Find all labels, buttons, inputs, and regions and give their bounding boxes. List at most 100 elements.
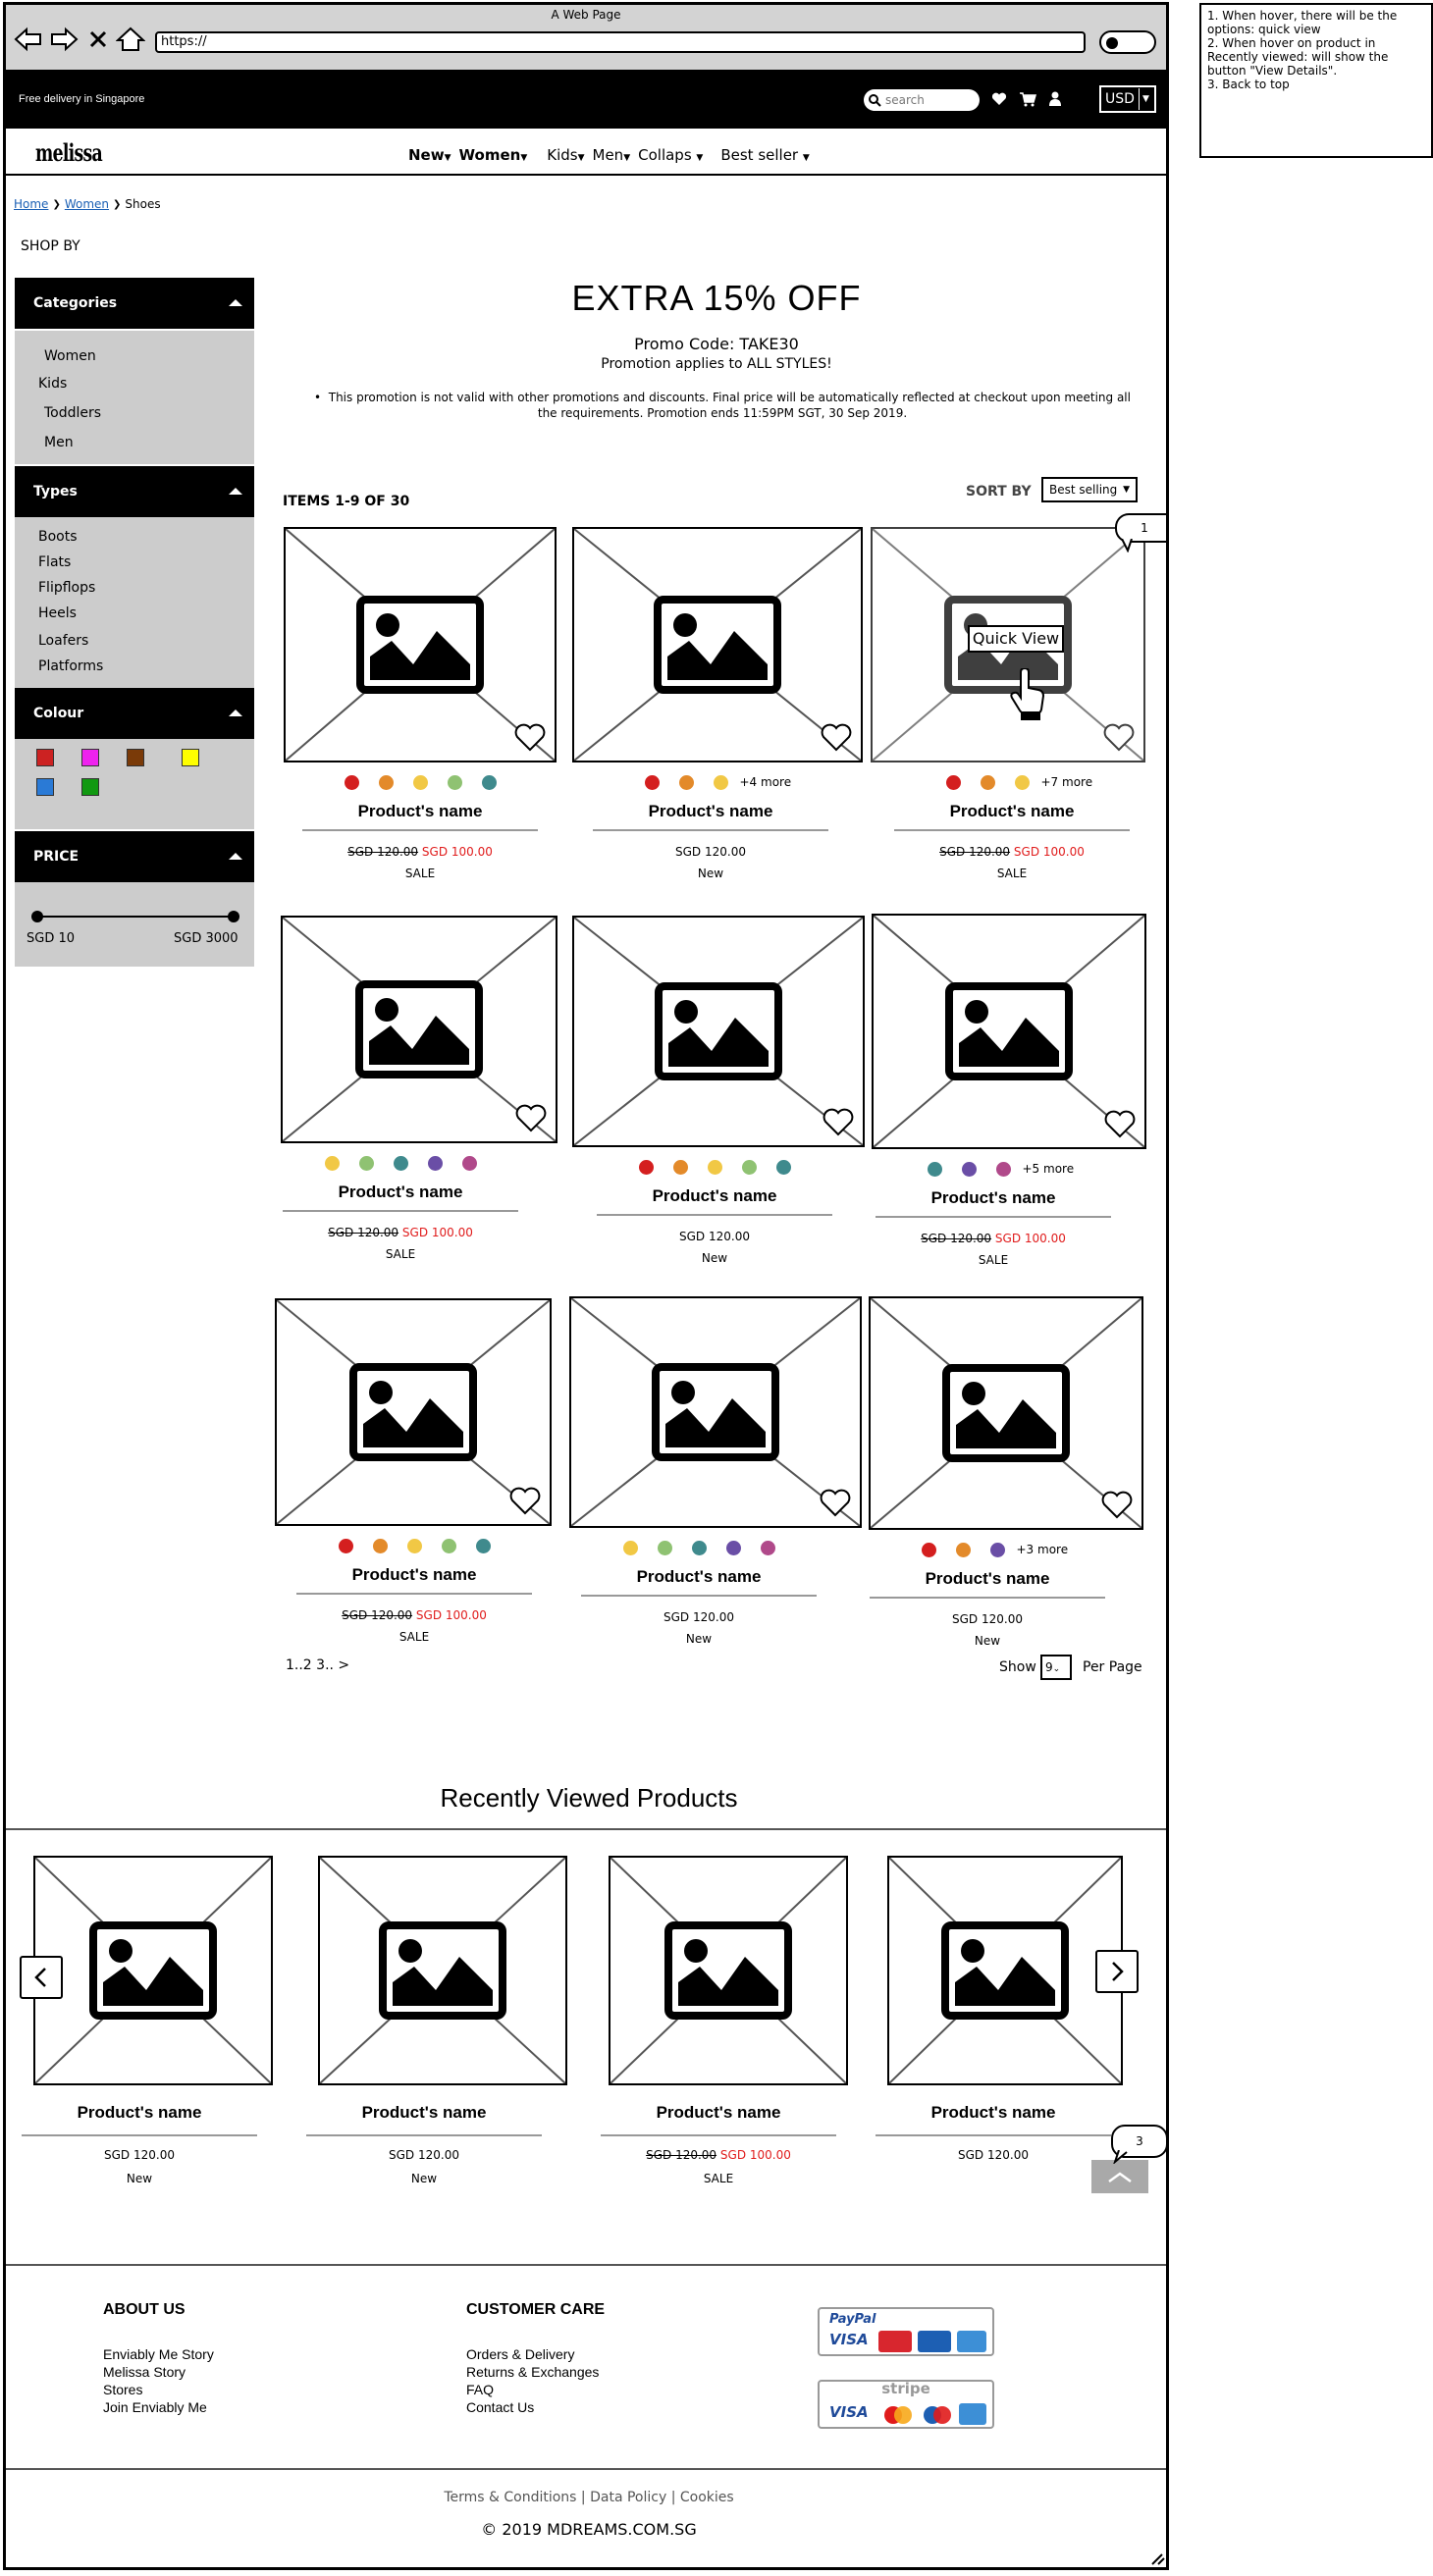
product-name[interactable]: Product's name bbox=[876, 2103, 1111, 2123]
recent-product-image[interactable] bbox=[609, 1856, 848, 2085]
wishlist-heart-icon[interactable] bbox=[819, 1489, 852, 1518]
quick-view-button[interactable]: Quick View bbox=[968, 625, 1064, 653]
color-dot[interactable] bbox=[427, 1155, 443, 1171]
color-dot[interactable] bbox=[961, 1161, 977, 1177]
type-heels[interactable]: Heels bbox=[38, 605, 77, 621]
more-colors-link[interactable]: +5 more bbox=[1023, 1162, 1075, 1176]
color-dot[interactable] bbox=[412, 774, 428, 790]
category-men[interactable]: Men bbox=[44, 435, 74, 450]
type-flipflops[interactable]: Flipflops bbox=[38, 580, 95, 596]
price-header[interactable]: PRICE bbox=[15, 831, 254, 882]
type-flats[interactable]: Flats bbox=[38, 554, 71, 570]
color-dot[interactable] bbox=[741, 1159, 757, 1175]
categories-header[interactable]: Categories bbox=[15, 278, 254, 329]
colour-swatch-blue[interactable] bbox=[36, 778, 54, 796]
per-page-select[interactable]: 9⌄ bbox=[1040, 1655, 1072, 1680]
product-image[interactable] bbox=[572, 527, 863, 762]
footer-link[interactable]: Enviably Me Story bbox=[103, 2346, 214, 2362]
color-dot[interactable] bbox=[372, 1538, 388, 1553]
footer-link[interactable]: Melissa Story bbox=[103, 2364, 186, 2380]
type-loafers[interactable]: Loafers bbox=[38, 633, 88, 649]
recent-product-image[interactable] bbox=[33, 1856, 273, 2085]
color-dot[interactable] bbox=[622, 1540, 638, 1555]
color-dot[interactable] bbox=[644, 774, 660, 790]
footer-link[interactable]: Stores bbox=[103, 2382, 142, 2397]
home-icon[interactable] bbox=[116, 26, 145, 52]
color-dot[interactable] bbox=[378, 774, 394, 790]
product-image[interactable] bbox=[284, 527, 557, 762]
color-dot[interactable] bbox=[638, 1159, 654, 1175]
product-name[interactable]: Product's name bbox=[601, 2103, 836, 2123]
wishlist-heart-icon[interactable] bbox=[514, 1104, 548, 1133]
color-dot[interactable] bbox=[980, 774, 995, 790]
breadcrumb-home[interactable]: Home bbox=[14, 197, 48, 211]
color-dot[interactable] bbox=[344, 774, 359, 790]
legal-links[interactable]: Terms & Conditions | Data Policy | Cooki… bbox=[6, 2490, 1166, 2505]
color-dot[interactable] bbox=[945, 774, 961, 790]
pagination[interactable]: 1..2 3.. > bbox=[286, 1657, 349, 1673]
product-name[interactable]: Product's name bbox=[296, 1565, 532, 1585]
carousel-next-button[interactable] bbox=[1095, 1950, 1139, 1993]
more-colors-link[interactable]: +3 more bbox=[1017, 1543, 1069, 1556]
product-name[interactable]: Product's name bbox=[870, 1569, 1105, 1589]
color-dot[interactable] bbox=[358, 1155, 374, 1171]
product-name[interactable]: Product's name bbox=[22, 2103, 257, 2123]
category-toddlers[interactable]: Toddlers bbox=[44, 405, 101, 421]
color-dot[interactable] bbox=[393, 1155, 408, 1171]
recent-product-image[interactable] bbox=[887, 1856, 1123, 2085]
type-boots[interactable]: Boots bbox=[38, 529, 78, 545]
price-slider-min-handle[interactable] bbox=[31, 911, 43, 922]
brand-logo[interactable]: melissa bbox=[35, 138, 103, 167]
color-dot[interactable] bbox=[707, 1159, 722, 1175]
color-dot[interactable] bbox=[725, 1540, 741, 1555]
product-image[interactable] bbox=[281, 916, 557, 1143]
color-dot[interactable] bbox=[1014, 774, 1030, 790]
nav-item-kids[interactable]: Kids▼ bbox=[547, 146, 584, 164]
footer-link[interactable]: Returns & Exchanges bbox=[466, 2364, 599, 2380]
color-dot[interactable] bbox=[989, 1542, 1005, 1557]
product-image[interactable] bbox=[569, 1296, 862, 1528]
colour-swatch-yellow[interactable] bbox=[182, 749, 199, 766]
wishlist-heart-icon[interactable] bbox=[820, 723, 853, 753]
carousel-prev-button[interactable] bbox=[20, 1956, 63, 1999]
close-x-icon[interactable] bbox=[88, 26, 108, 52]
product-name[interactable]: Product's name bbox=[593, 802, 828, 821]
product-image[interactable] bbox=[869, 1296, 1143, 1530]
footer-link[interactable]: FAQ bbox=[466, 2382, 494, 2397]
type-platforms[interactable]: Platforms bbox=[38, 658, 103, 674]
more-colors-link[interactable]: +7 more bbox=[1041, 775, 1093, 789]
colour-header[interactable]: Colour bbox=[15, 688, 254, 739]
product-name[interactable]: Product's name bbox=[894, 802, 1130, 821]
nav-item-collaps[interactable]: Collaps ▼ bbox=[638, 146, 703, 164]
category-kids[interactable]: Kids bbox=[38, 376, 67, 392]
breadcrumb-women[interactable]: Women bbox=[65, 197, 109, 211]
wishlist-heart-icon[interactable] bbox=[1100, 1491, 1134, 1520]
product-name[interactable]: Product's name bbox=[302, 802, 538, 821]
color-dot[interactable] bbox=[713, 774, 728, 790]
color-dot[interactable] bbox=[324, 1155, 340, 1171]
colour-swatch-green[interactable] bbox=[81, 778, 99, 796]
colour-swatch-red[interactable] bbox=[36, 749, 54, 766]
nav-item-women[interactable]: Women▼ bbox=[459, 146, 528, 164]
product-image[interactable] bbox=[572, 916, 865, 1147]
colour-swatch-brown[interactable] bbox=[127, 749, 144, 766]
color-dot[interactable] bbox=[481, 774, 497, 790]
color-dot[interactable] bbox=[955, 1542, 971, 1557]
more-colors-link[interactable]: +4 more bbox=[740, 775, 792, 789]
color-dot[interactable] bbox=[927, 1161, 942, 1177]
color-dot[interactable] bbox=[657, 1540, 672, 1555]
footer-link[interactable]: Contact Us bbox=[466, 2399, 534, 2415]
wishlist-heart-icon[interactable] bbox=[508, 1487, 542, 1516]
nav-item-best-seller[interactable]: Best seller ▼ bbox=[720, 146, 809, 164]
price-slider-max-handle[interactable] bbox=[228, 911, 239, 922]
back-to-top-button[interactable] bbox=[1091, 2160, 1148, 2193]
color-dot[interactable] bbox=[760, 1540, 775, 1555]
color-dot[interactable] bbox=[447, 774, 462, 790]
product-image[interactable] bbox=[872, 914, 1146, 1149]
color-dot[interactable] bbox=[338, 1538, 353, 1553]
wishlist-heart-icon[interactable] bbox=[990, 90, 1008, 108]
types-header[interactable]: Types bbox=[15, 466, 254, 517]
forward-arrow-icon[interactable] bbox=[49, 26, 79, 52]
color-dot[interactable] bbox=[775, 1159, 791, 1175]
product-name[interactable]: Product's name bbox=[581, 1567, 817, 1587]
